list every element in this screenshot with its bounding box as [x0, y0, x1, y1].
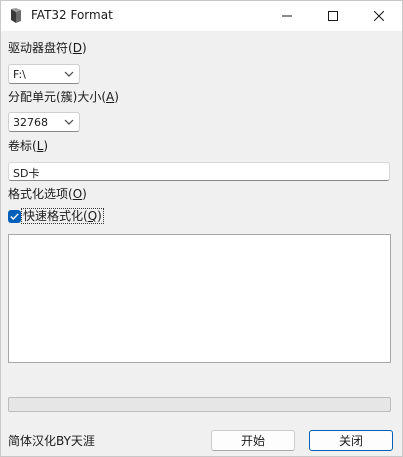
cluster-size-select[interactable]: 32768 [8, 112, 80, 132]
minimize-button[interactable] [264, 1, 310, 31]
cluster-size-label: 分配单元(簇)大小(A) [8, 90, 119, 104]
start-button[interactable]: 开始 [211, 430, 295, 451]
maximize-button[interactable] [310, 1, 356, 31]
cluster-label-end: ) [114, 90, 119, 104]
credit-text: 简体汉化BY天涯 [8, 434, 95, 448]
drive-letter-label: 驱动器盘符(D) [8, 41, 87, 55]
progress-bar [8, 397, 391, 412]
minimize-icon [282, 15, 292, 17]
options-label-hotkey: O [72, 187, 83, 201]
close-button[interactable]: 关闭 [309, 430, 393, 451]
format-options-label: 格式化选项(O) [8, 187, 87, 201]
maximize-icon [328, 11, 338, 21]
volume-label-label: 卷标(L) [8, 139, 48, 153]
quick-format-text: 快速格式化( [23, 209, 88, 223]
app-icon [10, 8, 22, 24]
quick-format-label[interactable]: 快速格式化(Q) [21, 208, 104, 224]
volume-label-text: 卷标( [8, 139, 37, 153]
cluster-label-text: 分配单元(簇)大小( [8, 90, 107, 104]
cluster-size-value: 32768 [13, 116, 48, 129]
window-close-button[interactable] [356, 1, 402, 31]
drive-label-text: 驱动器盘符( [8, 41, 73, 55]
quick-format-checkbox[interactable] [8, 210, 21, 223]
title-bar[interactable]: FAT32 Format [1, 1, 402, 31]
volume-label-input[interactable]: SD卡 [8, 162, 390, 181]
format-window: FAT32 Format 驱动器盘符(D) F:\ 分配单元(簇)大小(A) 3… [0, 0, 403, 457]
drive-letter-select[interactable]: F:\ [8, 64, 80, 84]
options-label-end: ) [82, 187, 87, 201]
window-title: FAT32 Format [31, 8, 113, 22]
quick-format-end: ) [97, 209, 102, 223]
volume-label-value: SD卡 [13, 167, 40, 180]
log-output[interactable] [8, 234, 391, 363]
checkmark-icon [10, 213, 19, 220]
chevron-down-icon [64, 71, 74, 77]
drive-label-end: ) [81, 41, 87, 55]
close-icon [374, 11, 384, 21]
chevron-down-icon [64, 119, 74, 125]
drive-letter-value: F:\ [13, 68, 26, 81]
volume-label-end: ) [43, 139, 49, 153]
quick-format-hotkey: Q [87, 209, 98, 223]
drive-label-hotkey: D [72, 41, 82, 55]
options-label-text: 格式化选项( [8, 187, 73, 201]
